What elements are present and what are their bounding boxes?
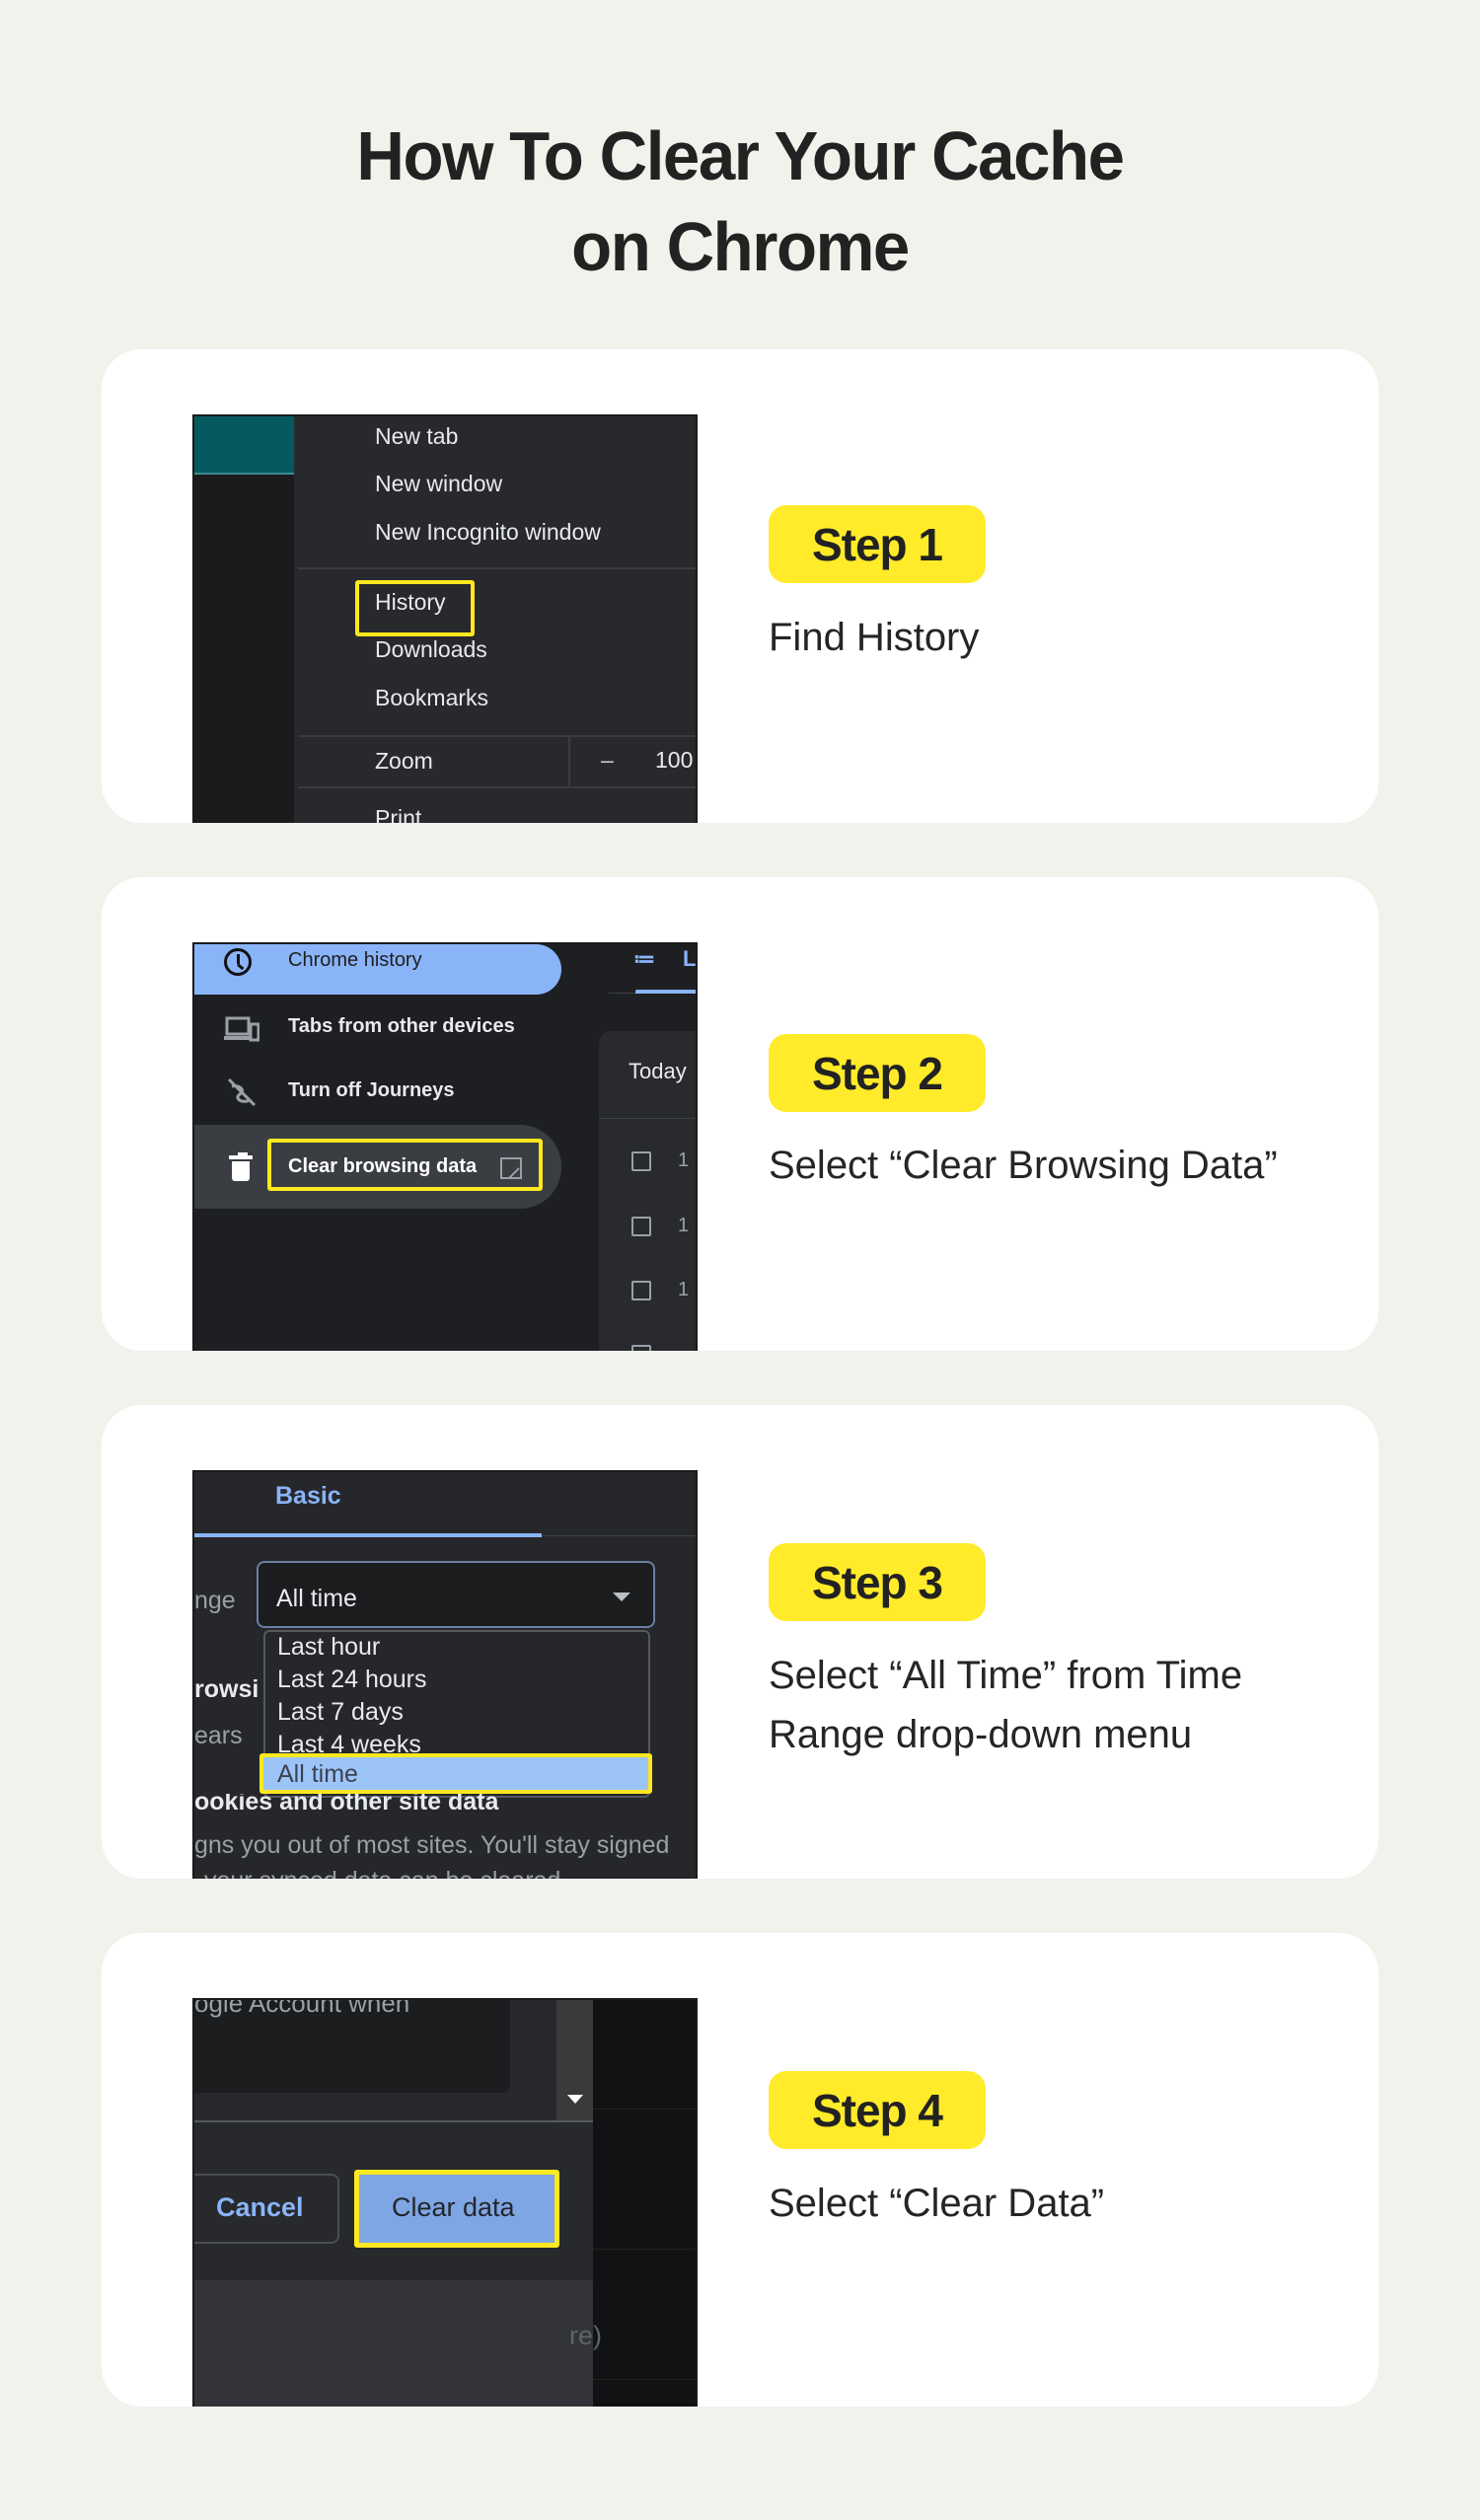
zoom-level: 100 xyxy=(655,747,694,773)
step-badge: Step 3 xyxy=(769,1543,986,1621)
menu-item-bookmarks[interactable]: Bookmarks xyxy=(375,685,488,711)
tab-basic[interactable]: Basic xyxy=(275,1482,341,1511)
tab-divider xyxy=(542,1535,696,1536)
step-1-screenshot: New tab New window New Incognito window … xyxy=(192,414,698,823)
step-4-screenshot: ogle Account when Cancel Clear data re) xyxy=(192,1998,698,2407)
notice-text: ogle Account when xyxy=(194,2000,410,2018)
chevron-down-icon xyxy=(613,1593,630,1601)
step-3-screenshot: Basic nge All time rowsi ears Last hour … xyxy=(192,1470,698,1879)
option-last-24-hours[interactable]: Last 24 hours xyxy=(277,1666,427,1694)
browser-background xyxy=(194,416,294,823)
time-range-label: nge xyxy=(194,1587,236,1614)
tab-partial[interactable]: L xyxy=(683,946,696,972)
time-range-value: All time xyxy=(276,1585,357,1612)
sign-in-notice-box: ogle Account when xyxy=(194,2000,510,2093)
devices-icon xyxy=(224,1011,259,1047)
dialog-divider xyxy=(194,2120,593,2122)
step-badge: Step 2 xyxy=(769,1034,986,1112)
dialog-footer xyxy=(194,2280,593,2407)
clock-icon xyxy=(224,948,252,976)
active-tab-indicator xyxy=(194,1533,542,1537)
option-last-hour[interactable]: Last hour xyxy=(277,1633,380,1662)
scroll-down-icon[interactable] xyxy=(567,2095,583,2104)
step-description: Select “All Time” from Time Range drop-d… xyxy=(769,1654,1243,1756)
step-card-1: New tab New window New Incognito window … xyxy=(102,349,1378,823)
journeys-off-icon xyxy=(224,1075,259,1110)
step-description: Select “Clear Data” xyxy=(769,2182,1105,2225)
sidebar-item-tabs-from-other-devices[interactable]: Tabs from other devices xyxy=(288,1015,515,1038)
zoom-out-button[interactable]: – xyxy=(601,747,614,774)
zoom-divider xyxy=(568,737,570,786)
history-time: 1 xyxy=(678,1279,690,1300)
step-badge: Step 4 xyxy=(769,2071,986,2149)
menu-item-downloads[interactable]: Downloads xyxy=(375,636,487,663)
cookies-desc: gns you out of most sites. You'll stay s… xyxy=(194,1831,670,1859)
title-line-1: How To Clear Your Cache xyxy=(356,117,1125,194)
background-text-partial: re) xyxy=(569,2321,602,2350)
clear-browsing-data-highlight-box xyxy=(267,1139,543,1191)
title-line-2: on Chrome xyxy=(571,208,910,285)
step-card-3: Basic nge All time rowsi ears Last hour … xyxy=(102,1405,1378,1879)
step-description: Find History xyxy=(769,616,980,659)
browsing-history-desc: ears xyxy=(194,1722,243,1749)
sidebar-label: Chrome history xyxy=(288,949,422,971)
history-checkbox[interactable] xyxy=(631,1281,651,1300)
menu-item-print[interactable]: Print xyxy=(375,805,421,823)
menu-divider xyxy=(298,567,696,569)
panel-divider xyxy=(593,2109,696,2110)
step-badge: Step 1 xyxy=(769,505,986,583)
menu-divider xyxy=(298,735,696,737)
history-checkbox[interactable] xyxy=(631,1151,651,1171)
history-checkbox[interactable] xyxy=(631,1217,651,1236)
menu-item-new-tab[interactable]: New tab xyxy=(375,423,458,450)
step-card-2: Chrome history Tabs from other devices T… xyxy=(102,877,1378,1351)
step-2-screenshot: Chrome history Tabs from other devices T… xyxy=(192,942,698,1351)
history-highlight-box xyxy=(355,580,475,636)
menu-item-new-window[interactable]: New window xyxy=(375,471,502,497)
option-last-7-days[interactable]: Last 7 days xyxy=(277,1698,404,1727)
synced-data-desc: your synced data can be cleared xyxy=(204,1867,560,1879)
menu-divider xyxy=(298,786,696,788)
clear-data-highlight-box xyxy=(354,2170,559,2248)
history-checkbox[interactable] xyxy=(631,1345,651,1351)
browsing-history-label: rowsi xyxy=(194,1675,259,1703)
active-tab-indicator xyxy=(635,990,696,994)
all-time-highlight-box xyxy=(259,1753,652,1794)
step-card-4: ogle Account when Cancel Clear data re) … xyxy=(102,1933,1378,2407)
trash-icon xyxy=(229,1152,253,1181)
panel-divider xyxy=(593,2379,696,2380)
list-divider xyxy=(599,1118,696,1119)
active-tab-strip xyxy=(194,416,294,475)
cancel-label: Cancel xyxy=(216,2192,304,2222)
menu-item-zoom: Zoom xyxy=(375,748,433,774)
history-time: 1 xyxy=(678,1149,690,1171)
step-description: Select “Clear Browsing Data” xyxy=(769,1144,1278,1187)
date-header-today: Today xyxy=(629,1059,687,1083)
menu-item-new-incognito[interactable]: New Incognito window xyxy=(375,519,601,546)
sidebar-item-turn-off-journeys[interactable]: Turn off Journeys xyxy=(288,1079,455,1102)
panel-divider xyxy=(593,2249,696,2250)
history-time: 1 xyxy=(678,1215,690,1236)
page-title: How To Clear Your Cache on Chrome xyxy=(30,111,1450,292)
list-icon[interactable]: ≔ xyxy=(633,946,655,972)
